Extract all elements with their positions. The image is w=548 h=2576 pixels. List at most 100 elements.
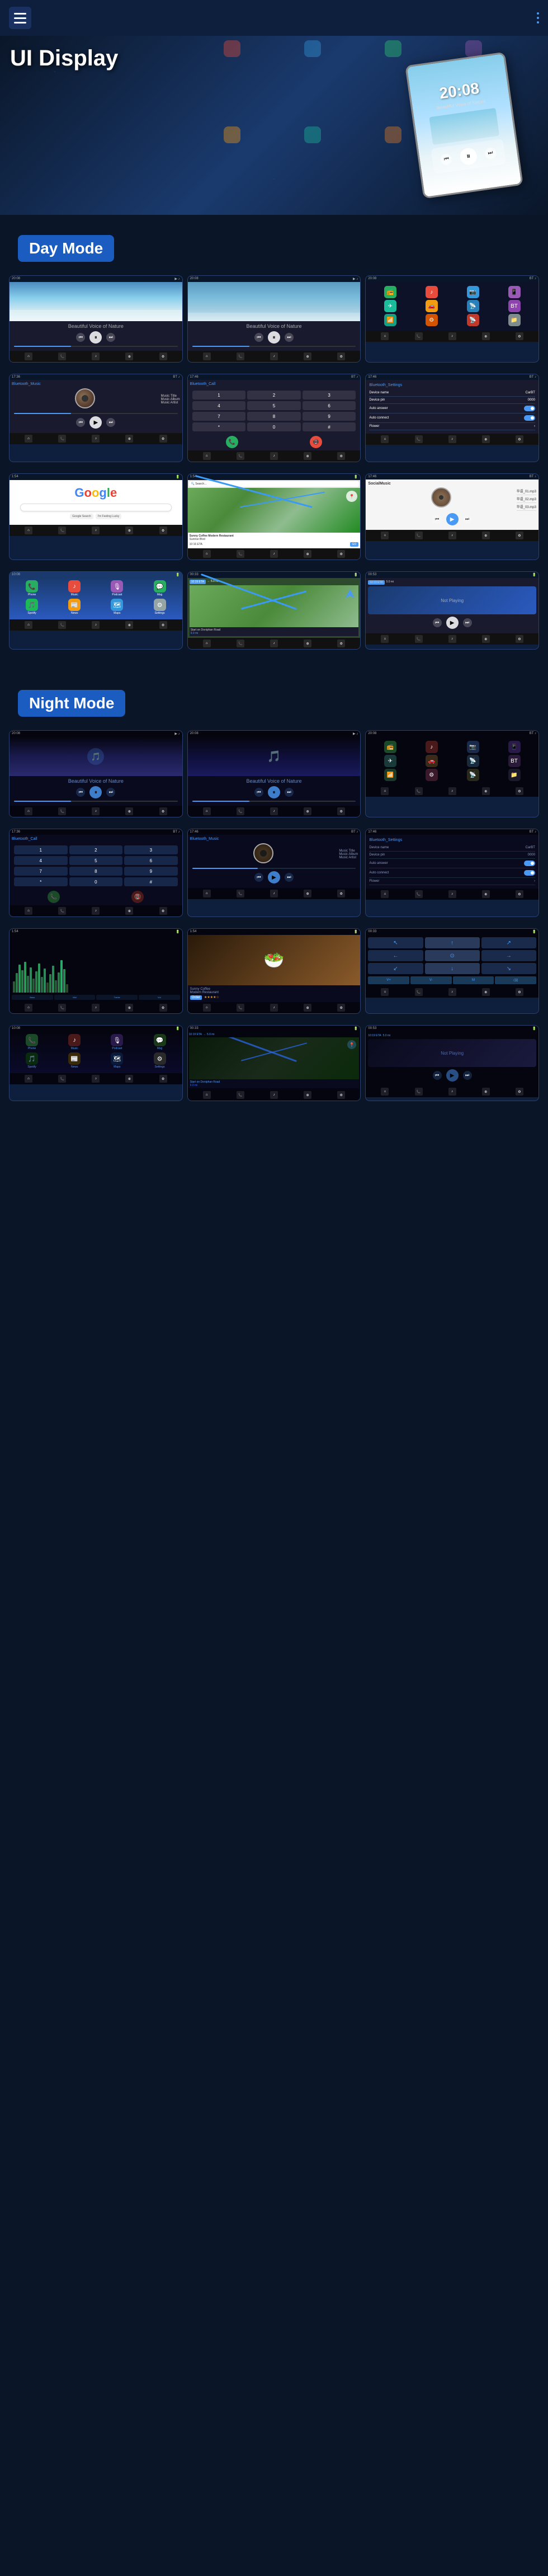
menu-icon[interactable] xyxy=(9,7,31,29)
night-settings-11[interactable]: ⚙ xyxy=(337,1091,345,1099)
toggle-auto-connect[interactable] xyxy=(524,415,535,421)
settings-icon-7[interactable]: ⚙ xyxy=(159,527,167,534)
night-settings-5[interactable]: ⚙ xyxy=(337,890,345,897)
phone-icon-7[interactable]: 📞 xyxy=(58,527,66,534)
night-home-1[interactable]: ⌂ xyxy=(25,807,32,815)
night-nav-12[interactable]: ⊕ xyxy=(482,1088,490,1096)
night-ios-app-news[interactable]: 📰 News xyxy=(54,1052,95,1069)
night-nav-8[interactable]: ⊕ xyxy=(304,1004,311,1012)
google-search-btn[interactable]: Google Search xyxy=(70,514,93,519)
music-icon-5[interactable]: ♪ xyxy=(270,452,278,460)
settings-icon[interactable]: ⚙ xyxy=(159,352,167,360)
night-nav-5[interactable]: ⊕ xyxy=(304,890,311,897)
night-app-2[interactable]: ♪ xyxy=(426,741,438,753)
night-ios-app-music[interactable]: ♪ Music xyxy=(54,1034,95,1050)
night-settings-3[interactable]: ⚙ xyxy=(516,787,523,795)
night-nav-10[interactable]: ⊕ xyxy=(125,1075,133,1083)
nav-icon[interactable]: ⊕ xyxy=(125,352,133,360)
nav-icon-2[interactable]: ⊕ xyxy=(304,352,311,360)
night-home-6[interactable]: ⌂ xyxy=(381,890,389,898)
prev-bt[interactable]: ⏮ xyxy=(76,418,85,427)
night-nav-1[interactable]: ⊕ xyxy=(125,807,133,815)
google-search-bar[interactable] xyxy=(20,504,172,511)
night-ios-app-maps[interactable]: 🗺 Maps xyxy=(97,1052,137,1069)
ios-app-messages[interactable]: 💬 Msg xyxy=(139,580,179,596)
night-settings-4[interactable]: ⚙ xyxy=(159,907,167,915)
prev-now[interactable]: ⏮ xyxy=(433,618,442,627)
app-icon-9[interactable]: 📶 xyxy=(384,314,396,326)
next-night-2[interactable]: ⏭ xyxy=(285,788,294,797)
google-lucky-btn[interactable]: I'm Feeling Lucky xyxy=(96,514,122,519)
phone-icon-3[interactable]: 📞 xyxy=(415,332,423,340)
home-icon-2[interactable]: ⌂ xyxy=(203,352,211,360)
night-nav-3[interactable]: ⊕ xyxy=(482,787,490,795)
night-dial-4[interactable]: 4 xyxy=(14,856,68,865)
night-dial-2[interactable]: 2 xyxy=(69,845,123,854)
night-phone-6[interactable]: 📞 xyxy=(415,890,423,898)
night-nav-9[interactable]: ⊕ xyxy=(482,988,490,996)
night-ios-app-msg[interactable]: 💬 Msg xyxy=(139,1034,179,1050)
nav-icon-7[interactable]: ⊕ xyxy=(125,527,133,534)
phone-icon-2[interactable]: 📞 xyxy=(237,352,244,360)
home-icon-12[interactable]: ⌂ xyxy=(381,635,389,643)
night-home-7[interactable]: ⌂ xyxy=(25,1004,32,1012)
night-toggle-answer[interactable] xyxy=(524,861,535,866)
night-music-12[interactable]: ♪ xyxy=(448,1088,456,1096)
night-app-8[interactable]: BT xyxy=(508,755,521,767)
dial-star[interactable]: * xyxy=(192,422,246,431)
music-icon-2[interactable]: ♪ xyxy=(270,352,278,360)
night-phone-1[interactable]: 📞 xyxy=(58,807,66,815)
ios-app-podcast[interactable]: 🎙 Podcast xyxy=(97,580,137,596)
night-dial-8[interactable]: 8 xyxy=(69,867,123,876)
ios-app-spotify[interactable]: 🎵 Spotify xyxy=(12,599,52,615)
dots-icon[interactable] xyxy=(537,12,539,23)
home-icon[interactable]: ⌂ xyxy=(25,352,32,360)
night-dial-5[interactable]: 5 xyxy=(69,856,123,865)
night-music-11[interactable]: ♪ xyxy=(270,1091,278,1099)
night-dial-6[interactable]: 6 xyxy=(124,856,178,865)
nav-down-left[interactable]: ↙ xyxy=(368,963,423,974)
play-night-now[interactable]: ▶ xyxy=(446,1069,459,1082)
phone-icon-11[interactable]: 📞 xyxy=(237,640,244,647)
music-icon-12[interactable]: ♪ xyxy=(448,635,456,643)
night-ios-app-podcast[interactable]: 🎙 Podcast xyxy=(97,1034,137,1050)
night-phone-5[interactable]: 📞 xyxy=(237,890,244,897)
ios-app-maps[interactable]: 🗺 Maps xyxy=(97,599,137,615)
music-icon-8[interactable]: ♪ xyxy=(270,550,278,558)
night-home-10[interactable]: ⌂ xyxy=(25,1075,32,1083)
night-dial-7[interactable]: 7 xyxy=(14,867,68,876)
go-button[interactable]: GO xyxy=(350,542,359,547)
food-order-btn[interactable]: Order xyxy=(190,995,202,1000)
night-dial-3[interactable]: 3 xyxy=(124,845,178,854)
music-icon[interactable]: ♪ xyxy=(92,352,100,360)
night-dial-0[interactable]: 0 xyxy=(69,877,123,886)
next-ctrl-2[interactable]: ⏭ xyxy=(285,333,294,342)
home-icon-6[interactable]: ⌂ xyxy=(381,435,389,443)
next-now[interactable]: ⏭ xyxy=(463,618,472,627)
ctrl-mute[interactable]: M xyxy=(453,976,494,984)
phone-icon-10[interactable]: 📞 xyxy=(58,621,66,629)
nav-icon-8[interactable]: ⊕ xyxy=(304,550,311,558)
night-phone-7[interactable]: 📞 xyxy=(58,1004,66,1012)
dial-7[interactable]: 7 xyxy=(192,412,246,421)
night-dial-hash[interactable]: # xyxy=(124,877,178,886)
night-ios-app-settings[interactable]: ⚙ Settings xyxy=(139,1052,179,1069)
night-phone-11[interactable]: 📞 xyxy=(237,1091,244,1099)
app-icon-11[interactable]: 📡 xyxy=(467,314,479,326)
night-app-5[interactable]: ✈ xyxy=(384,755,396,767)
nav-down-right[interactable]: ↘ xyxy=(481,963,536,974)
night-app-9[interactable]: 📶 xyxy=(384,769,396,781)
dial-8[interactable]: 8 xyxy=(247,412,301,421)
settings-icon-2[interactable]: ⚙ xyxy=(337,352,345,360)
dial-4[interactable]: 4 xyxy=(192,401,246,410)
night-phone-9[interactable]: 📞 xyxy=(415,988,423,996)
nav-center[interactable]: ⊙ xyxy=(425,950,480,961)
app-icon-12[interactable]: 📁 xyxy=(508,314,521,326)
phone-icon-5[interactable]: 📞 xyxy=(237,452,244,460)
night-nav-7[interactable]: ⊕ xyxy=(125,1004,133,1012)
night-app-10[interactable]: ⚙ xyxy=(426,769,438,781)
play-night-bt[interactable]: ▶ xyxy=(268,871,280,883)
next-night-now[interactable]: ⏭ xyxy=(463,1071,472,1080)
music-icon-9[interactable]: ♪ xyxy=(448,532,456,539)
night-phone-8[interactable]: 📞 xyxy=(237,1004,244,1012)
